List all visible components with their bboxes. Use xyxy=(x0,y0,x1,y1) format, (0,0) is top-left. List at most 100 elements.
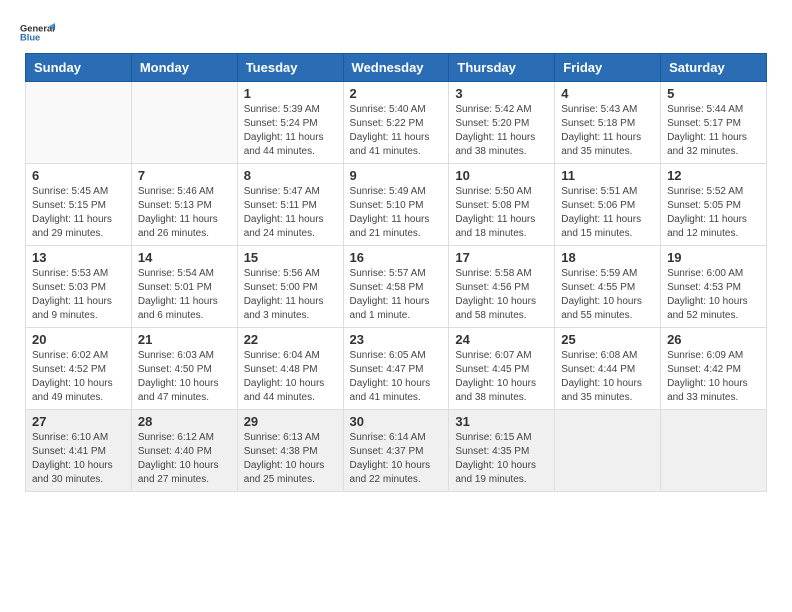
day-detail: Sunrise: 5:50 AMSunset: 5:08 PMDaylight:… xyxy=(455,185,548,241)
day-number: 2 xyxy=(350,86,443,101)
day-detail: Sunrise: 6:12 AMSunset: 4:40 PMDaylight:… xyxy=(138,431,231,487)
day-number: 21 xyxy=(138,332,231,347)
calendar-cell: 25 Sunrise: 6:08 AMSunset: 4:44 PMDayligh… xyxy=(555,328,661,410)
day-detail: Sunrise: 6:15 AMSunset: 4:35 PMDaylight:… xyxy=(455,431,548,487)
day-detail: Sunrise: 5:52 AMSunset: 5:05 PMDaylight:… xyxy=(667,185,760,241)
day-number: 24 xyxy=(455,332,548,347)
calendar-cell: 20Sunrise: 6:02 AMSunset: 4:52 PMDayligh… xyxy=(26,328,132,410)
calendar-cell xyxy=(661,410,767,492)
calendar-cell: 11 Sunrise: 5:51 AMSunset: 5:06 PMDayligh… xyxy=(555,164,661,246)
calendar-cell: 13 Sunrise: 5:53 AMSunset: 5:03 PMDayligh… xyxy=(26,246,132,328)
day-number: 6 xyxy=(32,168,125,183)
calendar-cell: 22 Sunrise: 6:04 AMSunset: 4:48 PMDayligh… xyxy=(237,328,343,410)
day-detail: Sunrise: 5:57 AMSunset: 4:58 PMDaylight:… xyxy=(350,267,443,323)
day-detail: Sunrise: 6:04 AMSunset: 4:48 PMDaylight:… xyxy=(244,349,337,405)
calendar-cell xyxy=(131,82,237,164)
calendar-cell: 30 Sunrise: 6:14 AMSunset: 4:37 PMDayligh… xyxy=(343,410,449,492)
day-header-wednesday: Wednesday xyxy=(343,54,449,82)
day-header-tuesday: Tuesday xyxy=(237,54,343,82)
day-number: 28 xyxy=(138,414,231,429)
calendar-cell: 7Sunrise: 5:46 AMSunset: 5:13 PMDaylight… xyxy=(131,164,237,246)
calendar-cell: 2 Sunrise: 5:40 AMSunset: 5:22 PMDaylight… xyxy=(343,82,449,164)
day-number: 19 xyxy=(667,250,760,265)
day-detail: Sunrise: 5:56 AMSunset: 5:00 PMDaylight:… xyxy=(244,267,337,323)
day-detail: Sunrise: 5:44 AMSunset: 5:17 PMDaylight:… xyxy=(667,103,760,159)
day-number: 9 xyxy=(350,168,443,183)
day-header-friday: Friday xyxy=(555,54,661,82)
calendar-cell: 16 Sunrise: 5:57 AMSunset: 4:58 PMDayligh… xyxy=(343,246,449,328)
day-number: 23 xyxy=(350,332,443,347)
day-header-monday: Monday xyxy=(131,54,237,82)
day-header-sunday: Sunday xyxy=(26,54,132,82)
calendar-cell: 15 Sunrise: 5:56 AMSunset: 5:00 PMDayligh… xyxy=(237,246,343,328)
calendar-cell xyxy=(555,410,661,492)
logo: General Blue xyxy=(20,20,55,45)
day-detail: Sunrise: 6:09 AMSunset: 4:42 PMDaylight:… xyxy=(667,349,760,405)
day-detail: Sunrise: 6:00 AMSunset: 4:53 PMDaylight:… xyxy=(667,267,760,323)
day-number: 17 xyxy=(455,250,548,265)
day-number: 30 xyxy=(350,414,443,429)
calendar-cell: 17 Sunrise: 5:58 AMSunset: 4:56 PMDayligh… xyxy=(449,246,555,328)
day-detail: Sunrise: 5:53 AMSunset: 5:03 PMDaylight:… xyxy=(32,267,125,323)
calendar-cell: 5 Sunrise: 5:44 AMSunset: 5:17 PMDaylight… xyxy=(661,82,767,164)
day-number: 13 xyxy=(32,250,125,265)
calendar-cell: 28 Sunrise: 6:12 AMSunset: 4:40 PMDayligh… xyxy=(131,410,237,492)
day-number: 31 xyxy=(455,414,548,429)
day-number: 10 xyxy=(455,168,548,183)
day-number: 27 xyxy=(32,414,125,429)
day-detail: Sunrise: 5:51 AMSunset: 5:06 PMDaylight:… xyxy=(561,185,654,241)
day-number: 20 xyxy=(32,332,125,347)
day-number: 26 xyxy=(667,332,760,347)
calendar-cell: 10 Sunrise: 5:50 AMSunset: 5:08 PMDayligh… xyxy=(449,164,555,246)
day-detail: Sunrise: 6:14 AMSunset: 4:37 PMDaylight:… xyxy=(350,431,443,487)
calendar-cell: 3 Sunrise: 5:42 AMSunset: 5:20 PMDaylight… xyxy=(449,82,555,164)
day-detail: Sunrise: 5:59 AMSunset: 4:55 PMDaylight:… xyxy=(561,267,654,323)
calendar-cell: 24 Sunrise: 6:07 AMSunset: 4:45 PMDayligh… xyxy=(449,328,555,410)
day-number: 1 xyxy=(244,86,337,101)
day-detail: Sunrise: 5:43 AMSunset: 5:18 PMDaylight:… xyxy=(561,103,654,159)
day-number: 11 xyxy=(561,168,654,183)
day-detail: Sunrise: 6:08 AMSunset: 4:44 PMDaylight:… xyxy=(561,349,654,405)
calendar-cell: 27 Sunrise: 6:10 AMSunset: 4:41 PMDayligh… xyxy=(26,410,132,492)
day-detail: Sunrise: 5:45 AMSunset: 5:15 PMDaylight:… xyxy=(32,185,125,241)
day-detail: Sunrise: 5:58 AMSunset: 4:56 PMDaylight:… xyxy=(455,267,548,323)
day-detail: Sunrise: 5:54 AMSunset: 5:01 PMDaylight:… xyxy=(138,267,231,323)
day-number: 22 xyxy=(244,332,337,347)
calendar-cell: 8Sunrise: 5:47 AMSunset: 5:11 PMDaylight… xyxy=(237,164,343,246)
day-number: 8 xyxy=(244,168,337,183)
calendar-cell: 14 Sunrise: 5:54 AMSunset: 5:01 PMDayligh… xyxy=(131,246,237,328)
calendar-cell: 31 Sunrise: 6:15 AMSunset: 4:35 PMDayligh… xyxy=(449,410,555,492)
calendar-cell: 4 Sunrise: 5:43 AMSunset: 5:18 PMDaylight… xyxy=(555,82,661,164)
day-number: 14 xyxy=(138,250,231,265)
day-detail: Sunrise: 5:40 AMSunset: 5:22 PMDaylight:… xyxy=(350,103,443,159)
day-detail: Sunrise: 6:03 AMSunset: 4:50 PMDaylight:… xyxy=(138,349,231,405)
svg-text:General: General xyxy=(20,23,55,33)
calendar-cell: 19 Sunrise: 6:00 AMSunset: 4:53 PMDayligh… xyxy=(661,246,767,328)
calendar-cell: 12 Sunrise: 5:52 AMSunset: 5:05 PMDayligh… xyxy=(661,164,767,246)
day-number: 5 xyxy=(667,86,760,101)
logo-icon: General Blue xyxy=(20,20,55,45)
day-header-thursday: Thursday xyxy=(449,54,555,82)
day-detail: Sunrise: 6:10 AMSunset: 4:41 PMDaylight:… xyxy=(32,431,125,487)
day-number: 4 xyxy=(561,86,654,101)
calendar-cell: 18Sunrise: 5:59 AMSunset: 4:55 PMDayligh… xyxy=(555,246,661,328)
day-number: 3 xyxy=(455,86,548,101)
day-detail: Sunrise: 6:13 AMSunset: 4:38 PMDaylight:… xyxy=(244,431,337,487)
calendar-cell: 23 Sunrise: 6:05 AMSunset: 4:47 PMDayligh… xyxy=(343,328,449,410)
day-number: 12 xyxy=(667,168,760,183)
day-header-saturday: Saturday xyxy=(661,54,767,82)
day-detail: Sunrise: 6:05 AMSunset: 4:47 PMDaylight:… xyxy=(350,349,443,405)
day-detail: Sunrise: 6:07 AMSunset: 4:45 PMDaylight:… xyxy=(455,349,548,405)
day-detail: Sunrise: 5:42 AMSunset: 5:20 PMDaylight:… xyxy=(455,103,548,159)
day-detail: Sunrise: 5:49 AMSunset: 5:10 PMDaylight:… xyxy=(350,185,443,241)
svg-text:Blue: Blue xyxy=(20,33,40,43)
day-number: 16 xyxy=(350,250,443,265)
day-number: 15 xyxy=(244,250,337,265)
calendar-cell: 29Sunrise: 6:13 AMSunset: 4:38 PMDayligh… xyxy=(237,410,343,492)
day-detail: Sunrise: 5:39 AMSunset: 5:24 PMDaylight:… xyxy=(244,103,337,159)
day-number: 7 xyxy=(138,168,231,183)
day-number: 25 xyxy=(561,332,654,347)
calendar-cell: 9 Sunrise: 5:49 AMSunset: 5:10 PMDaylight… xyxy=(343,164,449,246)
calendar-cell: 1 Sunrise: 5:39 AMSunset: 5:24 PMDaylight… xyxy=(237,82,343,164)
calendar-cell: 26 Sunrise: 6:09 AMSunset: 4:42 PMDayligh… xyxy=(661,328,767,410)
